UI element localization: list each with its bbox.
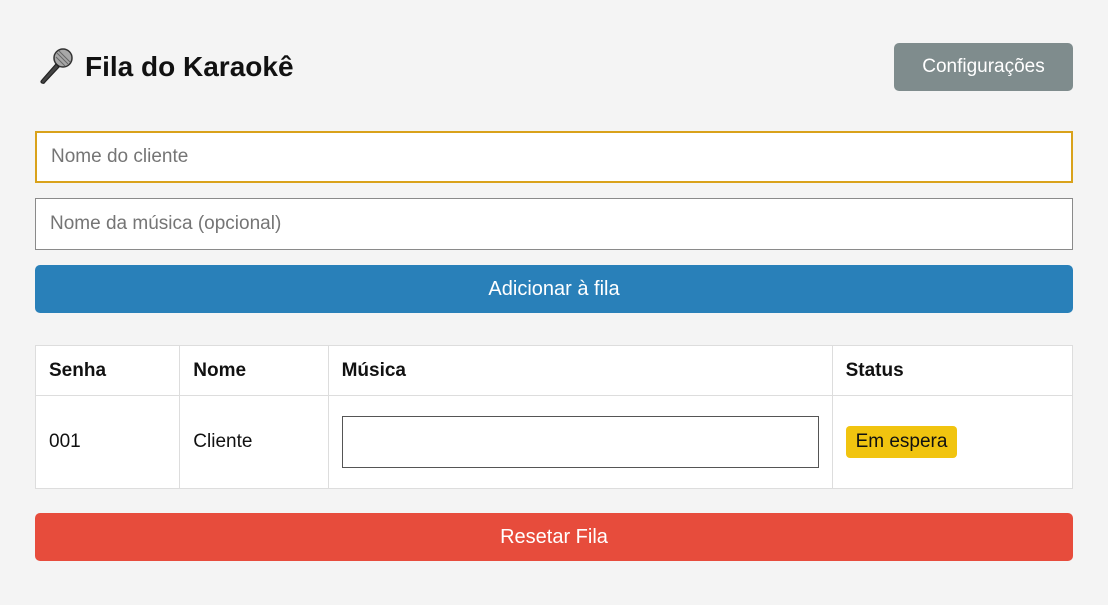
row-song-input[interactable] xyxy=(341,416,819,468)
ticket-number: 001 xyxy=(34,395,181,489)
song-cell xyxy=(327,395,833,489)
status-badge: Em espera xyxy=(845,426,958,458)
status-cell: Em espera xyxy=(831,395,1074,489)
client-name-input[interactable] xyxy=(35,131,1073,183)
queue-table: Senha Nome Música Status 001 Cliente Em … xyxy=(34,345,1074,489)
microphone-icon xyxy=(35,47,75,87)
karaoke-app: Fila do Karaokê Configurações Adicionar … xyxy=(0,0,1108,605)
page-title: Fila do Karaokê xyxy=(85,51,294,82)
header-senha: Senha xyxy=(34,345,181,396)
reset-queue-button[interactable]: Resetar Fila xyxy=(35,513,1073,561)
header-nome: Nome xyxy=(179,345,329,396)
add-to-queue-button[interactable]: Adicionar à fila xyxy=(35,265,1073,313)
header-status: Status xyxy=(831,345,1074,396)
title-group: Fila do Karaokê xyxy=(35,47,294,87)
client-name: Cliente xyxy=(179,395,329,489)
header-musica: Música xyxy=(327,345,833,396)
song-name-input[interactable] xyxy=(35,198,1073,250)
settings-button[interactable]: Configurações xyxy=(894,43,1073,91)
table-row: 001 Cliente Em espera xyxy=(34,395,1074,489)
table-header-row: Senha Nome Música Status xyxy=(34,345,1074,396)
header: Fila do Karaokê Configurações xyxy=(35,43,1073,91)
